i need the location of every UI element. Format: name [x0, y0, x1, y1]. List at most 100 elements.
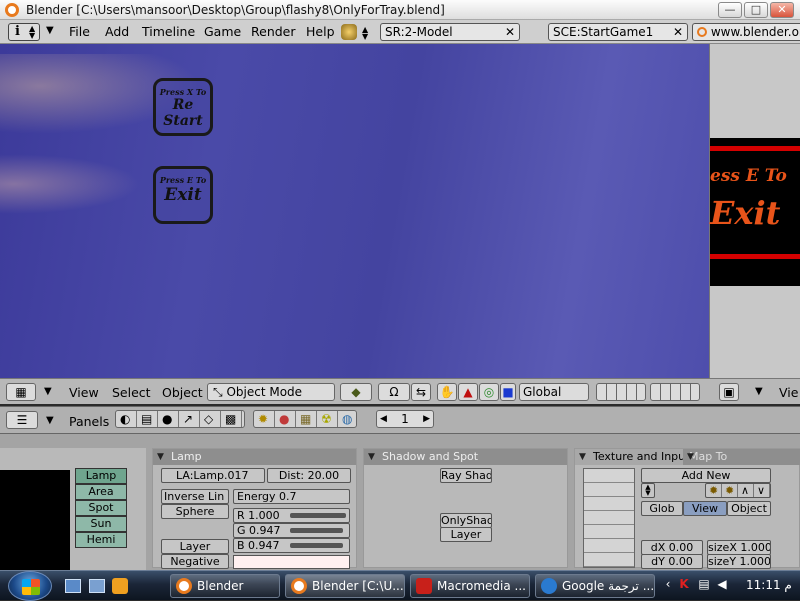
- 3d-viewport[interactable]: Press X To Re Start Press E To Exit: [0, 44, 709, 378]
- right-collapse-icon[interactable]: ▼: [755, 386, 763, 397]
- taskbar-clock[interactable]: 11:11 م: [746, 578, 792, 592]
- panels-menu[interactable]: Panels: [69, 414, 109, 429]
- show-desktop-icon[interactable]: [65, 579, 81, 593]
- screen-delete-icon[interactable]: ✕: [502, 25, 518, 40]
- shadow-layer-toggle[interactable]: Layer: [440, 527, 492, 542]
- panels-collapse-icon[interactable]: ▼: [46, 415, 54, 426]
- taskbar-label-macromedia: Macromedia ...: [437, 579, 526, 593]
- subcontext-buttons[interactable]: ✹ ● ▦ ☢ ◍: [253, 410, 357, 428]
- frame-prev-icon[interactable]: ◀: [380, 411, 387, 427]
- falloff-selector[interactable]: Inverse Lin: [161, 489, 229, 504]
- context-buttons[interactable]: ◐ ▤ ● ↗ ◇ ▩: [115, 410, 245, 428]
- view-toggle[interactable]: View: [683, 501, 727, 516]
- layer-buttons-2[interactable]: [650, 383, 700, 401]
- menu-timeline[interactable]: Timeline: [142, 24, 195, 39]
- texture-slot-list[interactable]: [583, 468, 635, 568]
- ray-shadow-toggle[interactable]: Ray Shad: [440, 468, 492, 483]
- lamp-type-sun[interactable]: Sun: [75, 516, 127, 532]
- mode-selector[interactable]: ⤡ Object Mode: [207, 383, 335, 401]
- map-to-tab[interactable]: Map To: [683, 449, 800, 465]
- lamp-type-spot[interactable]: Spot: [75, 500, 127, 516]
- green-slider-bar: [290, 528, 343, 533]
- view-type-selector[interactable]: ▦: [6, 383, 36, 401]
- lamp-datablock-field[interactable]: LA:Lamp.017: [161, 468, 265, 483]
- snap-toggle[interactable]: ⇆: [411, 383, 431, 401]
- add-new-button[interactable]: Add New: [641, 468, 771, 483]
- hand-tool-button[interactable]: ✋: [437, 383, 457, 401]
- select-menu[interactable]: Select: [112, 385, 151, 400]
- energy-slider[interactable]: Energy 0.7: [233, 489, 350, 504]
- sphere-toggle[interactable]: Sphere: [161, 504, 229, 519]
- right-view-menu[interactable]: Vie: [779, 385, 798, 400]
- dist-field[interactable]: Dist: 20.00: [267, 468, 351, 483]
- rotate-button[interactable]: ◎: [479, 383, 499, 401]
- shadow-panel-header[interactable]: Shadow and Spot: [364, 449, 567, 465]
- right-view-type-selector[interactable]: ▣: [719, 383, 739, 401]
- screen-browse-icon[interactable]: [341, 24, 357, 40]
- dx-field[interactable]: dX 0.00: [641, 540, 703, 555]
- tray-expand-icon[interactable]: ‹: [660, 577, 676, 593]
- orientation-selector[interactable]: Global: [519, 383, 589, 401]
- view-menu[interactable]: View: [69, 385, 99, 400]
- lamp-color-swatch[interactable]: [233, 555, 350, 569]
- scene-delete-icon[interactable]: ✕: [670, 25, 686, 40]
- exit-hint: Press E To: [159, 175, 207, 185]
- start-button[interactable]: [8, 571, 52, 601]
- object-menu[interactable]: Object: [162, 385, 203, 400]
- scene-field[interactable]: SCE:StartGame1 ✕: [548, 23, 688, 41]
- antivirus-icon[interactable]: K: [676, 577, 692, 593]
- blue-slider[interactable]: B 0.947: [233, 538, 350, 553]
- texture-icon-buttons[interactable]: ✹ ✹ ∧ ∨: [705, 483, 771, 498]
- volume-icon[interactable]: ◀: [714, 577, 730, 593]
- collapse-menu-icon[interactable]: ▼: [46, 25, 54, 36]
- buttons-window-header: ☰ ▼ Panels ◐ ▤ ● ↗ ◇ ▩ ✹ ● ▦ ☢ ◍ ◀ 1 ▶: [0, 406, 800, 434]
- lamp-panel-header[interactable]: Lamp: [153, 449, 356, 465]
- frame-stepper[interactable]: ◀ 1 ▶: [376, 410, 434, 428]
- layer-toggle[interactable]: Layer: [161, 539, 229, 554]
- minimize-button[interactable]: —: [718, 2, 742, 18]
- taskbar-item-blender[interactable]: Blender: [170, 574, 280, 598]
- pivot-selector[interactable]: Ω: [378, 383, 410, 401]
- translate-button[interactable]: ▲: [458, 383, 478, 401]
- media-player-icon[interactable]: [112, 578, 128, 594]
- scale-button[interactable]: ■: [500, 383, 516, 401]
- texture-browse-button[interactable]: ▲ ▼: [641, 483, 655, 498]
- glob-toggle[interactable]: Glob: [641, 501, 683, 516]
- green-slider[interactable]: G 0.947: [233, 523, 350, 538]
- restart-game-button[interactable]: Press X To Re Start: [153, 78, 213, 136]
- red-line-bottom: [710, 254, 800, 259]
- header-collapse-icon[interactable]: ▼: [44, 386, 52, 397]
- draw-type-selector[interactable]: ◆: [340, 383, 372, 401]
- menu-add[interactable]: Add: [105, 24, 129, 39]
- buttons-type-selector[interactable]: ☰: [6, 411, 38, 429]
- menu-help[interactable]: Help: [306, 24, 335, 39]
- sizex-field[interactable]: sizeX 1.000: [707, 540, 771, 555]
- menu-file[interactable]: File: [69, 24, 90, 39]
- close-button[interactable]: ✕: [770, 2, 794, 18]
- dy-field[interactable]: dY 0.00: [641, 554, 703, 569]
- taskbar-item-blender-file[interactable]: Blender [C:\U...: [285, 574, 405, 598]
- menu-game[interactable]: Game: [204, 24, 241, 39]
- screen-field[interactable]: SR:2-Model ✕: [380, 23, 520, 41]
- switch-windows-icon[interactable]: [89, 579, 105, 593]
- only-shadow-toggle[interactable]: OnlyShad: [440, 513, 492, 528]
- frame-next-icon[interactable]: ▶: [423, 411, 430, 427]
- taskbar-item-google[interactable]: Google ترجمة ...: [535, 574, 655, 598]
- network-icon[interactable]: ▤: [696, 577, 712, 593]
- layer-buttons-1[interactable]: [596, 383, 646, 401]
- window-type-selector[interactable]: i ▲ ▼: [8, 23, 40, 41]
- lamp-type-lamp[interactable]: Lamp: [75, 468, 127, 484]
- blender-url-link[interactable]: www.blender.or: [692, 23, 800, 41]
- lamp-type-hemi[interactable]: Hemi: [75, 532, 127, 548]
- exit-game-button[interactable]: Press E To Exit: [153, 166, 213, 224]
- texture-panel-header[interactable]: Texture and Inpu: [575, 449, 685, 465]
- maximize-button[interactable]: □: [744, 2, 768, 18]
- sizey-field[interactable]: sizeY 1.000: [707, 554, 771, 569]
- red-slider[interactable]: R 1.000: [233, 508, 350, 523]
- screen-updown-icon[interactable]: ▲ ▼: [362, 26, 368, 41]
- lamp-type-area[interactable]: Area: [75, 484, 127, 500]
- negative-toggle[interactable]: Negative: [161, 554, 229, 569]
- object-toggle[interactable]: Object: [727, 501, 771, 516]
- menu-render[interactable]: Render: [251, 24, 296, 39]
- taskbar-item-macromedia[interactable]: Macromedia ...: [410, 574, 530, 598]
